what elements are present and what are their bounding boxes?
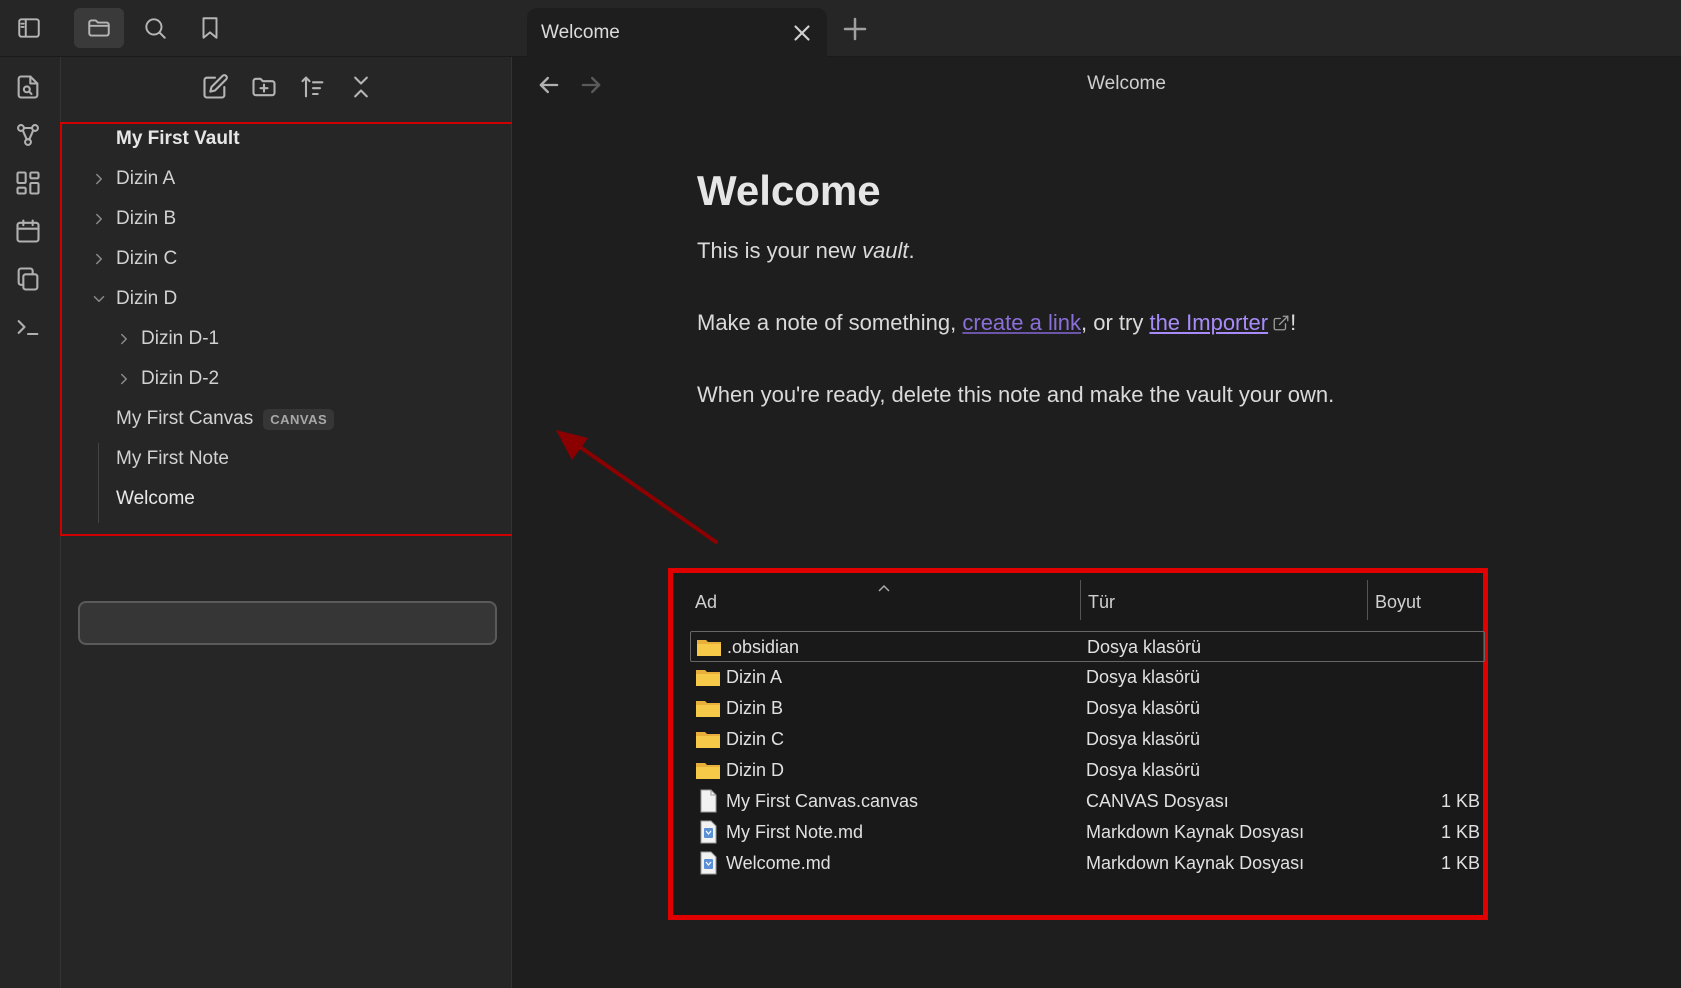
canvas-button[interactable] — [14, 169, 46, 201]
plus-icon — [843, 17, 867, 41]
new-tab-button[interactable] — [840, 14, 870, 44]
tree-file-welcome[interactable]: Welcome — [116, 480, 195, 518]
tree-folder-dizin-c[interactable]: Dizin C — [96, 240, 177, 278]
explorer-row[interactable]: .obsidian Dosya klasörü — [690, 631, 1485, 662]
sidebar-toggle-icon — [18, 18, 40, 38]
column-divider[interactable] — [1367, 580, 1368, 620]
sort-button[interactable] — [299, 73, 333, 107]
file-icon — [695, 789, 721, 813]
note-paragraph-1: This is your new vault. — [697, 238, 915, 263]
explorer-row[interactable]: Dizin D Dosya klasörü — [690, 755, 1485, 786]
explorer-row[interactable]: My First Canvas.canvas CANVAS Dosyası 1 … — [690, 786, 1485, 817]
bookmarks-button[interactable] — [185, 8, 235, 48]
quick-switcher-button[interactable] — [14, 73, 46, 105]
folder-open-icon — [88, 19, 110, 37]
bookmark-icon — [202, 17, 218, 39]
chevron-right-icon[interactable] — [115, 330, 133, 348]
explorer-row[interactable]: Dizin A Dosya klasörü — [690, 662, 1485, 693]
terminal-icon — [17, 320, 39, 336]
explorer-row[interactable]: My First Note.md Markdown Kaynak Dosyası… — [690, 817, 1485, 848]
tree-folder-dizin-a[interactable]: Dizin A — [96, 160, 175, 198]
explorer-column-header: Ad Tür Boyut — [678, 580, 1478, 622]
folder-icon — [696, 635, 722, 659]
column-name[interactable]: Ad — [695, 592, 717, 613]
folder-icon — [695, 665, 721, 689]
toggle-sidebar-button[interactable] — [4, 8, 54, 48]
folder-icon — [695, 727, 721, 751]
file-explorer-sidebar: My First Vault Dizin A Dizin B Dizin C D… — [61, 57, 512, 988]
templates-button[interactable] — [14, 265, 46, 297]
column-size[interactable]: Boyut — [1375, 592, 1421, 613]
chevron-right-icon[interactable] — [115, 370, 133, 388]
new-note-button[interactable] — [201, 73, 235, 107]
selected-item-highlight — [78, 601, 497, 645]
note-content[interactable]: Welcome This is your new vault. Make a n… — [697, 167, 1597, 451]
sort-ascending-icon — [301, 76, 324, 98]
chevron-down-icon[interactable] — [90, 290, 108, 308]
folder-icon — [695, 758, 721, 782]
left-ribbon — [0, 57, 61, 988]
file-type-badge: CANVAS — [263, 408, 335, 430]
tab-label: Welcome — [541, 22, 620, 43]
markdown-file-icon — [695, 851, 721, 875]
file-explorer-window: Ad Tür Boyut .obsidian Dosya klasörü Diz… — [668, 568, 1488, 920]
tree-folder-dizin-d-1[interactable]: Dizin D-1 — [121, 320, 219, 358]
new-folder-button[interactable] — [250, 73, 284, 107]
column-divider[interactable] — [1080, 580, 1081, 620]
view-header-title: Welcome — [1087, 73, 1166, 94]
copy-icon — [17, 267, 39, 291]
folder-icon — [695, 696, 721, 720]
folder-plus-icon — [252, 77, 276, 97]
collapse-all-button[interactable] — [347, 73, 381, 107]
markdown-file-icon — [695, 820, 721, 844]
explorer-row[interactable]: Dizin B Dosya klasörü — [690, 693, 1485, 724]
annotation-arrow — [556, 430, 718, 544]
close-icon — [794, 25, 810, 41]
close-tab-button[interactable] — [789, 20, 815, 46]
explorer-row[interactable]: Dizin C Dosya klasörü — [690, 724, 1485, 755]
tree-file-my-first-canvas[interactable]: My First Canvas CANVAS — [116, 400, 335, 438]
sort-caret-icon — [877, 580, 891, 592]
chevron-right-icon[interactable] — [90, 210, 108, 228]
external-link-icon — [1272, 309, 1290, 331]
external-link-importer[interactable]: the Importer — [1149, 310, 1268, 335]
tab-welcome[interactable]: Welcome — [527, 8, 827, 58]
daily-note-button[interactable] — [14, 217, 46, 249]
file-search-icon — [17, 75, 39, 99]
command-palette-button[interactable] — [14, 313, 46, 345]
tree-folder-dizin-b[interactable]: Dizin B — [96, 200, 176, 238]
graph-view-button[interactable] — [14, 121, 46, 153]
calendar-icon — [16, 219, 40, 243]
top-bar: Welcome — [0, 0, 1681, 58]
vault-name[interactable]: My First Vault — [116, 120, 240, 158]
explorer-row[interactable]: Welcome.md Markdown Kaynak Dosyası 1 KB — [690, 848, 1485, 879]
note-paragraph-2: Make a note of something, create a link,… — [697, 309, 1297, 335]
search-icon — [145, 18, 166, 39]
obsidian-window: Welcome My First Vault Dizin A Dizin B D… — [0, 0, 1681, 988]
tree-file-my-first-note[interactable]: My First Note — [116, 440, 229, 478]
layout-grid-icon — [16, 171, 40, 195]
note-paragraph-3: When you're ready, delete this note and … — [697, 382, 1335, 407]
search-button[interactable] — [130, 8, 180, 48]
chevrons-collapse-icon — [354, 76, 368, 98]
tree-folder-dizin-d-2[interactable]: Dizin D-2 — [121, 360, 219, 398]
indent-guide — [98, 443, 99, 523]
graph-icon — [17, 124, 39, 146]
chevron-right-icon[interactable] — [90, 250, 108, 268]
tree-folder-dizin-d[interactable]: Dizin D — [93, 280, 177, 318]
note-heading: Welcome — [697, 167, 881, 214]
chevron-right-icon[interactable] — [90, 170, 108, 188]
internal-link[interactable]: create a link — [962, 310, 1081, 335]
edit-icon — [203, 74, 228, 99]
files-view-button[interactable] — [74, 8, 124, 48]
column-type[interactable]: Tür — [1088, 592, 1115, 613]
